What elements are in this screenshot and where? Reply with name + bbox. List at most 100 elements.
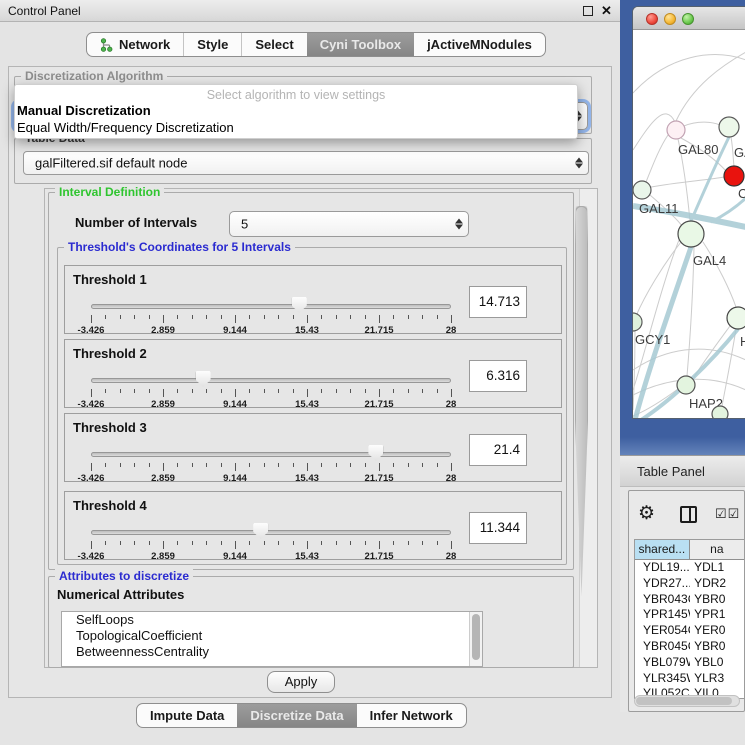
- threshold-2-slider[interactable]: -3.4262.8599.14415.4321.71528: [91, 368, 451, 408]
- table-row[interactable]: YDL19...YDL1: [635, 560, 744, 576]
- network-node-GCY1[interactable]: [633, 313, 642, 331]
- cell-shared-name[interactable]: YBL079W: [635, 655, 690, 671]
- slider-tick-labels: -3.4262.8599.14415.4321.71528: [91, 399, 451, 410]
- table-panel-title: Table Panel: [637, 464, 705, 479]
- table-row[interactable]: YBL079WYBL0: [635, 655, 744, 671]
- tab-style[interactable]: Style: [183, 33, 241, 56]
- network-node-C[interactable]: [724, 166, 744, 186]
- table-row[interactable]: YDR27...YDR2: [635, 576, 744, 592]
- cell-name[interactable]: YBR0: [690, 639, 744, 655]
- close-traffic-light-icon[interactable]: [646, 13, 658, 25]
- tab-select[interactable]: Select: [241, 33, 306, 56]
- table-row[interactable]: YER054CYER0: [635, 623, 744, 639]
- numerical-attributes-list[interactable]: SelfLoops TopologicalCoefficient Between…: [61, 611, 483, 667]
- network-node-GA[interactable]: [719, 117, 739, 137]
- network-node-HAP2[interactable]: [677, 376, 695, 394]
- slider-thumb[interactable]: [253, 523, 268, 539]
- cell-name[interactable]: YER0: [690, 623, 744, 639]
- tab-cyni-toolbox[interactable]: Cyni Toolbox: [307, 33, 414, 56]
- cell-shared-name[interactable]: YBR043C: [635, 592, 690, 608]
- network-node-GAL11[interactable]: [633, 181, 651, 199]
- network-node[interactable]: [712, 406, 728, 419]
- number-of-intervals-combobox[interactable]: 5: [229, 211, 469, 237]
- slider-thumb[interactable]: [292, 297, 307, 313]
- checkbox-icons[interactable]: ☑☑: [715, 506, 740, 522]
- table-row[interactable]: YPR145WYPR1: [635, 607, 744, 623]
- table-data-value: galFiltered.sif default node: [35, 156, 187, 171]
- gear-icon[interactable]: ⚙: [638, 503, 655, 525]
- slider-track[interactable]: [91, 452, 451, 457]
- list-scrollbar-thumb[interactable]: [472, 614, 480, 660]
- threshold-1-value-field[interactable]: 14.713: [469, 286, 527, 318]
- threshold-4-slider[interactable]: -3.4262.8599.14415.4321.71528: [91, 520, 451, 560]
- float-window-icon[interactable]: [583, 6, 593, 16]
- tab-discretize-data[interactable]: Discretize Data: [237, 704, 356, 727]
- thresholds-group: Threshold's Coordinates for 5 Intervals …: [57, 247, 567, 565]
- network-node-GAL80[interactable]: [667, 121, 685, 139]
- cell-name[interactable]: YBL0: [690, 655, 744, 671]
- cell-shared-name[interactable]: YER054C: [635, 623, 690, 639]
- cell-shared-name[interactable]: YLR345W: [635, 671, 690, 687]
- network-node-GAL4[interactable]: [678, 221, 704, 247]
- popup-option-manual-discretization[interactable]: Manual Discretization: [15, 102, 577, 119]
- popup-option-equal-width-frequency[interactable]: Equal Width/Frequency Discretization: [15, 119, 577, 136]
- cell-name[interactable]: YPR1: [690, 607, 744, 623]
- column-layout-icon[interactable]: [680, 506, 697, 523]
- zoom-traffic-light-icon[interactable]: [682, 13, 694, 25]
- list-scrollbar[interactable]: [469, 612, 482, 666]
- list-item[interactable]: SelfLoops: [62, 612, 482, 628]
- table-row[interactable]: YBR045CYBR0: [635, 639, 744, 655]
- network-node-H[interactable]: [727, 307, 745, 329]
- list-item[interactable]: TopologicalCoefficient: [62, 628, 482, 644]
- slider-track[interactable]: [91, 304, 451, 309]
- slider-track[interactable]: [91, 378, 451, 383]
- cell-name[interactable]: YDL1: [690, 560, 744, 576]
- slider-thumb[interactable]: [196, 371, 211, 387]
- table-toolbar: ⚙ ☑☑: [629, 499, 744, 533]
- combo-arrows-icon: [455, 219, 463, 230]
- screenshot-root: Control Panel ✕ Network Style Select Cyn…: [0, 0, 745, 745]
- threshold-3-slider[interactable]: -3.4262.8599.14415.4321.71528: [91, 442, 451, 482]
- attributes-group: Attributes to discretize Numerical Attri…: [48, 576, 574, 668]
- close-icon[interactable]: ✕: [601, 3, 612, 19]
- table-row[interactable]: YLR345WYLR3: [635, 671, 744, 687]
- minimize-traffic-light-icon[interactable]: [664, 13, 676, 25]
- threshold-1-panel: Threshold 1 -3.4262.8599.14415.4321.7152…: [64, 265, 562, 334]
- checked-checkbox-icon[interactable]: ☑: [728, 506, 741, 521]
- table-data-combobox[interactable]: galFiltered.sif default node: [23, 151, 589, 175]
- slider-tick-labels: -3.4262.8599.14415.4321.71528: [91, 325, 451, 336]
- network-canvas[interactable]: GAL80GACGAL11GAL4GCY1HHAP2: [633, 30, 745, 419]
- node-table[interactable]: shared... na YDL19...YDL1 YDR27...YDR2 Y…: [634, 539, 744, 699]
- table-horizontal-scrollbar[interactable]: [634, 695, 740, 707]
- tab-infer-network[interactable]: Infer Network: [357, 704, 466, 727]
- cell-shared-name[interactable]: YBR045C: [635, 639, 690, 655]
- column-header-shared-name[interactable]: shared...: [635, 540, 690, 559]
- interval-definition-group-label: Interval Definition: [55, 185, 164, 199]
- threshold-4-value-field[interactable]: 11.344: [469, 512, 527, 544]
- checked-checkbox-icon[interactable]: ☑: [715, 506, 728, 521]
- slider-track[interactable]: [91, 530, 451, 535]
- cell-name[interactable]: YBR0: [690, 592, 744, 608]
- threshold-2-label: Threshold 2: [73, 346, 147, 361]
- tab-jactivemnodules[interactable]: jActiveMNodules: [414, 33, 545, 56]
- cell-name[interactable]: YLR3: [690, 671, 744, 687]
- apply-button[interactable]: Apply: [267, 671, 335, 693]
- threshold-2-value-field[interactable]: 6.316: [469, 360, 527, 392]
- table-horizontal-scrollbar-thumb[interactable]: [636, 697, 732, 705]
- column-header-name[interactable]: na: [690, 540, 744, 559]
- cell-name[interactable]: YDR2: [690, 576, 744, 592]
- threshold-1-slider[interactable]: -3.4262.8599.14415.4321.71528: [91, 294, 451, 334]
- list-item[interactable]: BetweennessCentrality: [62, 644, 482, 660]
- table-row[interactable]: YBR043CYBR0: [635, 592, 744, 608]
- slider-thumb[interactable]: [368, 445, 383, 461]
- tab-impute-data[interactable]: Impute Data: [137, 704, 237, 727]
- vertical-scrollbar[interactable]: [579, 189, 597, 667]
- cell-shared-name[interactable]: YDL19...: [635, 560, 690, 576]
- network-window-titlebar[interactable]: [633, 7, 745, 30]
- threshold-3-value-field[interactable]: 21.4: [469, 434, 527, 466]
- slider-ticks: [91, 389, 451, 398]
- tab-network[interactable]: Network: [87, 33, 183, 56]
- tab-infer-network-label: Infer Network: [370, 708, 453, 723]
- cell-shared-name[interactable]: YPR145W: [635, 607, 690, 623]
- cell-shared-name[interactable]: YDR27...: [635, 576, 690, 592]
